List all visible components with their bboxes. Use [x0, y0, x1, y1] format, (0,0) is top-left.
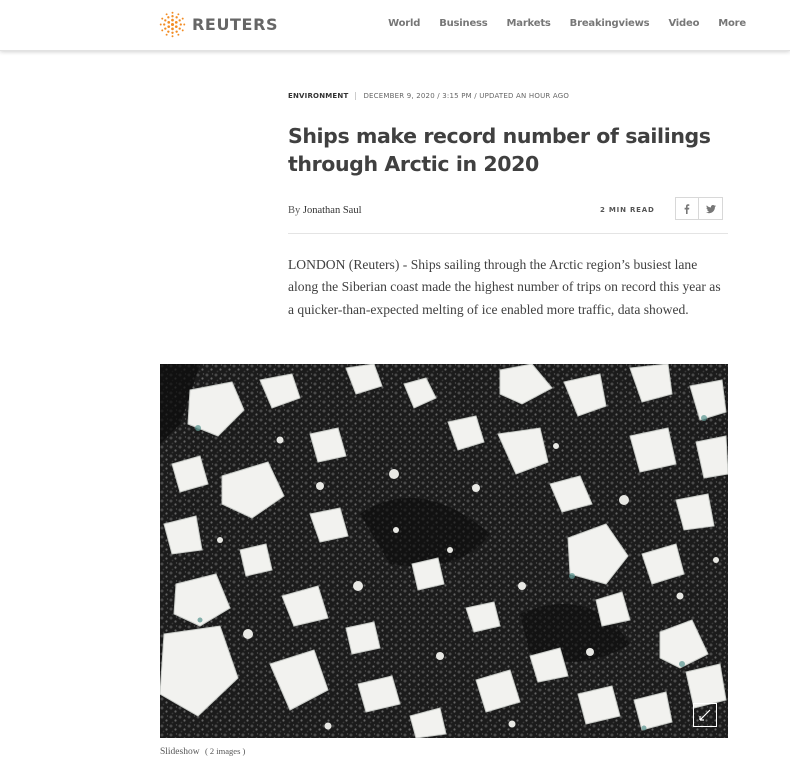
- reuters-logo-icon: [159, 11, 186, 38]
- article-meta: ENVIRONMENT DECEMBER 9, 2020 / 3:15 PM /…: [288, 92, 569, 100]
- nav-item-business[interactable]: Business: [439, 18, 488, 29]
- expand-icon: [699, 709, 711, 721]
- article-dateline: DECEMBER 9, 2020 / 3:15 PM / UPDATED AN …: [363, 92, 570, 100]
- main-nav: World Business Markets Breakingviews Vid…: [369, 18, 746, 29]
- expand-photo-button[interactable]: [693, 703, 717, 727]
- nav-item-breakingviews[interactable]: Breakingviews: [570, 18, 650, 29]
- slideshow-count: ( 2 images ): [204, 746, 246, 756]
- slideshow-link[interactable]: Slideshow ( 2 images ): [160, 746, 245, 757]
- nav-item-more[interactable]: More: [718, 18, 746, 29]
- article-headline: Ships make record number of sailings thr…: [288, 124, 711, 176]
- facebook-icon: [684, 203, 690, 214]
- byline-prefix: By: [288, 205, 301, 216]
- nav-item-markets[interactable]: Markets: [507, 18, 551, 29]
- share-facebook-button[interactable]: [675, 197, 699, 220]
- read-time: 2 MIN READ: [600, 206, 655, 214]
- reuters-logo[interactable]: REUTERS: [159, 11, 278, 38]
- author-link[interactable]: Jonathan Saul: [303, 205, 362, 216]
- top-navigation-bar: REUTERS World Business Markets Breakingv…: [0, 0, 790, 51]
- nav-item-video[interactable]: Video: [668, 18, 699, 29]
- meta-divider: [355, 92, 357, 100]
- share-twitter-button[interactable]: [699, 197, 723, 220]
- section-label[interactable]: ENVIRONMENT: [288, 92, 348, 100]
- sea-ice-image: [160, 364, 728, 738]
- brand-wordmark: REUTERS: [192, 15, 279, 34]
- share-buttons: [675, 197, 723, 220]
- article-photo[interactable]: [160, 364, 728, 738]
- slideshow-label: Slideshow: [160, 747, 200, 757]
- nav-item-world[interactable]: World: [388, 18, 420, 29]
- meta-divider-line: [288, 233, 728, 234]
- article-lead-paragraph: LONDON (Reuters) - Ships sailing through…: [288, 257, 721, 317]
- twitter-icon: [705, 204, 716, 213]
- byline: By Jonathan Saul: [288, 205, 362, 216]
